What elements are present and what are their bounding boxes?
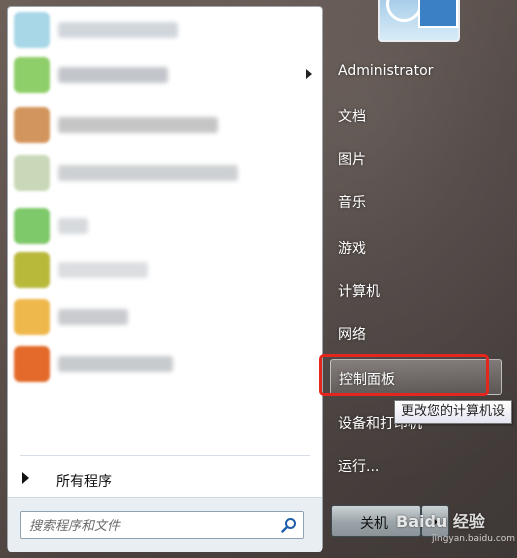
search-input[interactable] xyxy=(27,515,271,537)
all-programs-button[interactable]: 所有程序 xyxy=(8,462,322,496)
baidu-watermark-url: jingyan.baidu.com xyxy=(432,534,516,544)
program-item[interactable] xyxy=(10,250,300,290)
program-label-blurred xyxy=(58,218,88,234)
submenu-arrow-icon xyxy=(306,69,312,79)
program-icon xyxy=(14,107,50,143)
music-label: 音乐 xyxy=(338,195,366,211)
program-icon xyxy=(14,252,50,288)
pictures-label: 图片 xyxy=(338,152,366,168)
program-item[interactable] xyxy=(10,297,300,337)
music-link[interactable]: 音乐 xyxy=(330,186,500,216)
program-icon xyxy=(14,57,50,93)
documents-link[interactable]: 文档 xyxy=(330,100,500,130)
documents-label: 文档 xyxy=(338,109,366,125)
network-link[interactable]: 网络 xyxy=(330,318,500,348)
divider xyxy=(20,455,310,456)
games-label: 游戏 xyxy=(338,241,366,257)
user-picture-circle xyxy=(386,0,422,22)
program-icon xyxy=(14,12,50,48)
program-label-blurred xyxy=(58,309,128,325)
program-label-blurred xyxy=(58,22,178,38)
computer-link[interactable]: 计算机 xyxy=(330,275,500,305)
program-label-blurred xyxy=(58,117,218,133)
program-label-blurred xyxy=(58,262,148,278)
run-link[interactable]: 运行... xyxy=(330,450,500,480)
pictures-link[interactable]: 图片 xyxy=(330,143,500,173)
user-picture-icon[interactable] xyxy=(378,0,460,42)
program-icon xyxy=(14,346,50,382)
program-item[interactable] xyxy=(10,344,300,384)
user-picture-screen xyxy=(418,0,458,28)
baidu-watermark: Baidu 经验 xyxy=(396,512,485,531)
program-item[interactable] xyxy=(10,153,300,193)
program-icon xyxy=(14,299,50,335)
pinned-program-list xyxy=(8,7,322,397)
program-label-blurred xyxy=(58,356,173,372)
shutdown-label: 关机 xyxy=(360,516,388,532)
user-account-link[interactable]: Administrator xyxy=(330,57,500,87)
program-label-blurred xyxy=(58,165,238,181)
program-icon xyxy=(14,155,50,191)
program-label-blurred xyxy=(58,67,168,83)
search-box[interactable] xyxy=(20,511,304,539)
games-link[interactable]: 游戏 xyxy=(330,232,500,262)
all-programs-label: 所有程序 xyxy=(56,474,112,490)
user-account-label: Administrator xyxy=(338,63,434,79)
start-menu-left-pane: 所有程序 xyxy=(7,6,323,552)
network-label: 网络 xyxy=(338,327,366,343)
program-icon xyxy=(14,208,50,244)
control-panel-tooltip: 更改您的计算机设 xyxy=(394,400,513,424)
program-item[interactable] xyxy=(10,55,312,95)
computer-label: 计算机 xyxy=(338,284,380,300)
triangle-right-icon xyxy=(22,472,29,484)
highlight-annotation-box xyxy=(319,354,489,396)
program-item[interactable] xyxy=(10,206,300,246)
run-label: 运行... xyxy=(338,459,380,475)
search-icon[interactable] xyxy=(281,517,297,533)
search-area xyxy=(8,497,322,552)
program-item[interactable] xyxy=(10,10,300,50)
program-item[interactable] xyxy=(10,105,300,145)
